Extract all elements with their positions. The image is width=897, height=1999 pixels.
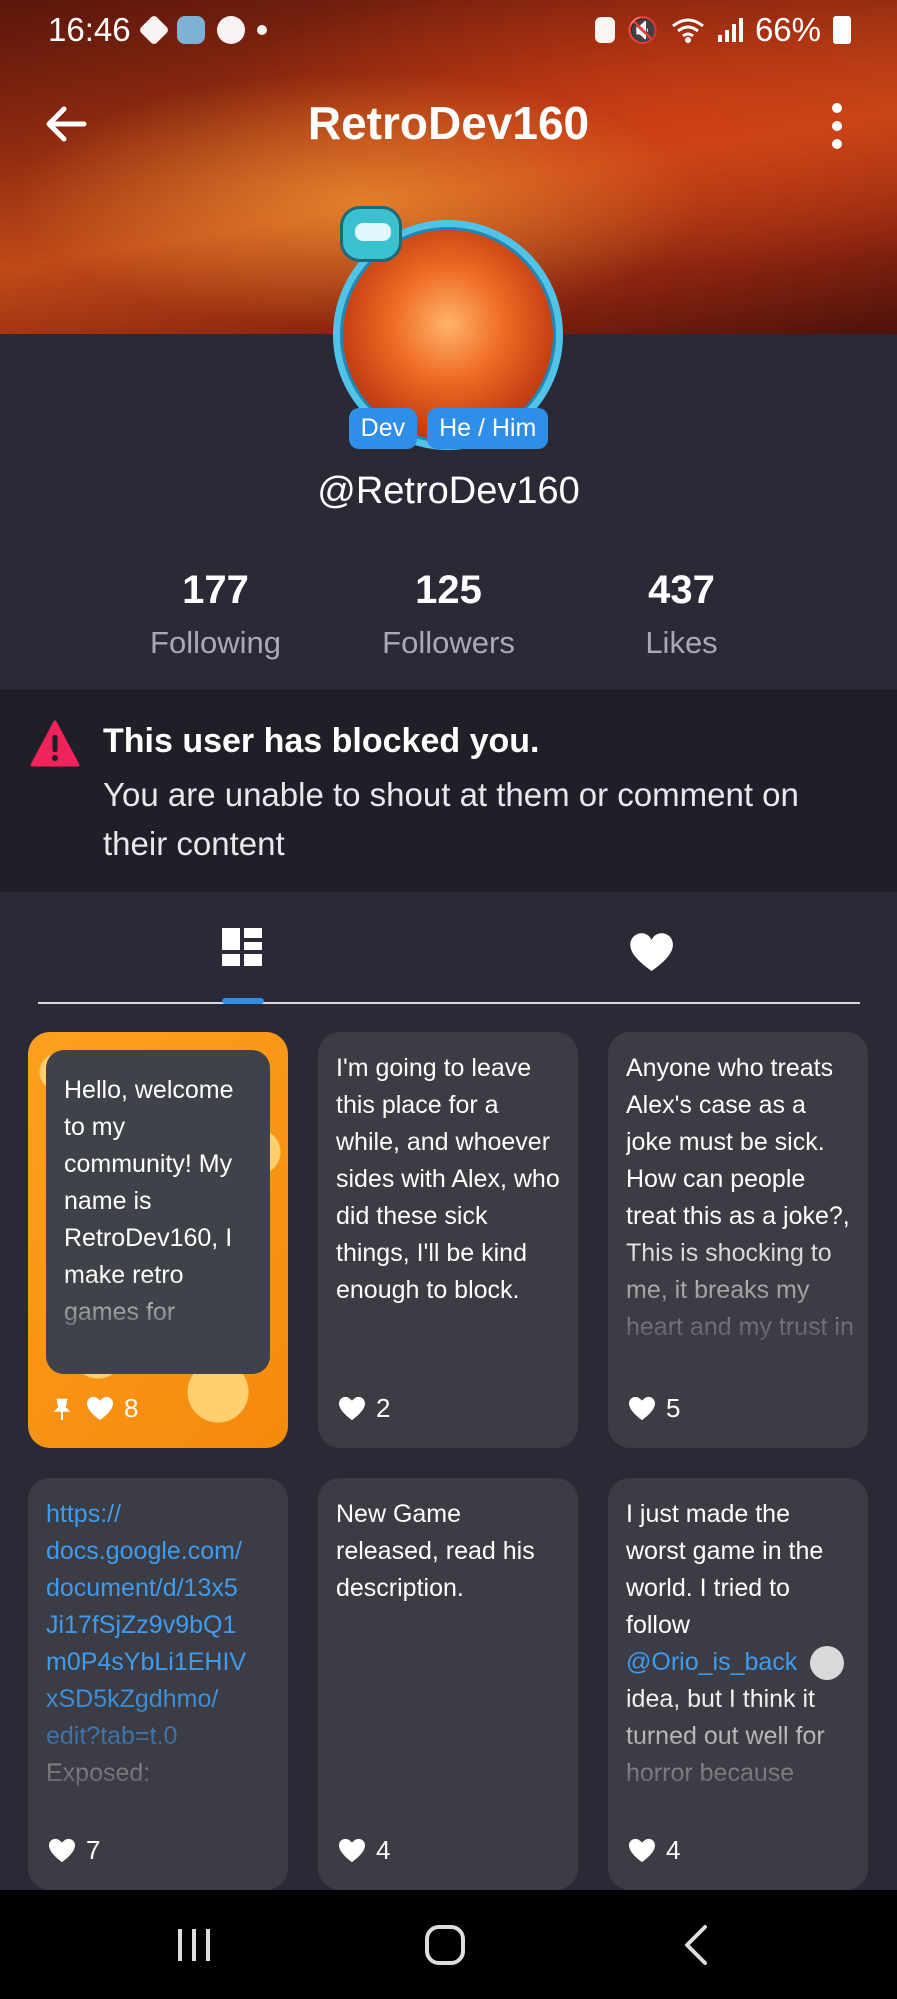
heart-icon[interactable]: [338, 1396, 366, 1422]
battery-icon: [833, 16, 851, 44]
system-back-button[interactable]: [636, 1890, 756, 1999]
heart-icon[interactable]: [628, 1838, 656, 1864]
mute-icon: 🔇: [626, 14, 659, 45]
top-app-bar: RetroDev160: [0, 90, 897, 160]
post-link[interactable]: https:// docs.google.com/ document/d/13x…: [46, 1496, 274, 1826]
active-tab-indicator: [222, 998, 264, 1004]
pronoun-badge: He / Him: [427, 408, 549, 449]
more-dot: [832, 121, 842, 131]
post-card[interactable]: I'm going to leave this place for a whil…: [318, 1032, 578, 1448]
tab-likes[interactable]: [623, 924, 683, 984]
post-text-extra: Exposed:: [46, 1759, 151, 1787]
heart-icon[interactable]: [338, 1838, 366, 1864]
pinterest-icon: [216, 16, 245, 44]
post-footer: 4: [338, 1835, 390, 1866]
status-time: 16:46: [48, 11, 131, 48]
post-footer: 7: [48, 1835, 100, 1866]
app-notification-icon: [176, 16, 205, 44]
stat-likes[interactable]: 437 Likes: [565, 568, 798, 661]
stat-label: Following: [150, 625, 281, 660]
more-dot: [832, 139, 842, 149]
status-left: 16:46: [48, 11, 267, 49]
warning-icon: [30, 720, 80, 767]
posts-grid-icon: [222, 928, 262, 966]
post-card[interactable]: I just made the worst game in the world.…: [608, 1478, 868, 1890]
heart-icon: [630, 933, 673, 971]
battery-level: 66%: [754, 11, 821, 48]
notification-icon: [138, 14, 170, 46]
profile-tabs: [38, 910, 860, 1004]
page-title: RetroDev160: [307, 97, 590, 149]
profile-stats: 177 Following 125 Followers 437 Likes: [0, 568, 897, 661]
post-card[interactable]: Anyone who treats Alex's case as a joke …: [608, 1032, 868, 1448]
signal-icon: [717, 18, 743, 42]
home-button[interactable]: [385, 1890, 505, 1999]
post-text: Anyone who treats Alex's case as a joke …: [626, 1054, 854, 1341]
post-text: New Game released, read his description.: [336, 1500, 535, 1602]
chevron-left-icon: [685, 1924, 707, 1965]
like-count: 7: [86, 1835, 101, 1865]
post-card[interactable]: New Game released, read his description.…: [318, 1478, 578, 1890]
stat-value: 125: [415, 568, 482, 612]
system-navigation-bar: [0, 1890, 897, 1999]
stat-value: 437: [648, 568, 715, 612]
tab-posts[interactable]: [218, 924, 278, 984]
post-footer: 5: [628, 1393, 680, 1424]
avatar-frame-decoration-icon: [340, 206, 402, 262]
post-text: Hello, welcome to my community! My name …: [64, 1076, 234, 1326]
profile-badges: Dev He / Him: [0, 408, 897, 449]
status-bar: 16:46 🔇 66%: [0, 0, 897, 60]
post-footer: 8: [48, 1393, 138, 1424]
like-count: 4: [666, 1835, 681, 1865]
post-bubble: Hello, welcome to my community! My name …: [46, 1050, 270, 1374]
recent-apps-icon: [178, 1928, 210, 1961]
like-count: 5: [666, 1393, 681, 1423]
home-icon: [425, 1924, 465, 1965]
user-mention-link[interactable]: @Orio_is_back: [626, 1648, 797, 1676]
like-count: 8: [124, 1393, 139, 1423]
stat-label: Followers: [382, 625, 515, 660]
post-card[interactable]: https:// docs.google.com/ document/d/13x…: [28, 1478, 288, 1890]
stat-following[interactable]: 177 Following: [99, 568, 332, 661]
role-badge: Dev: [348, 408, 418, 449]
sync-icon: [594, 17, 615, 43]
like-count: 4: [376, 1835, 391, 1865]
notice-body: You are unable to shout at them or comme…: [103, 776, 799, 862]
post-link-text: https:// docs.google.com/ document/d/13x…: [46, 1500, 247, 1750]
post-text: I just made the worst game in the world.…: [626, 1496, 854, 1826]
heart-icon[interactable]: [86, 1396, 114, 1422]
stat-value: 177: [182, 568, 249, 612]
post-text: I'm going to leave this place for a whil…: [336, 1054, 560, 1304]
pin-icon: [48, 1396, 76, 1422]
like-count: 2: [376, 1393, 391, 1423]
post-footer: 2: [338, 1393, 390, 1424]
wifi-icon: [672, 18, 704, 43]
heart-icon[interactable]: [628, 1396, 656, 1422]
post-text-after: idea, but I think it turned out well for…: [626, 1685, 825, 1787]
status-right: 🔇 66%: [594, 11, 851, 49]
more-notifications-dot-icon: [256, 25, 267, 35]
stat-followers[interactable]: 125 Followers: [332, 568, 565, 661]
heart-icon[interactable]: [48, 1838, 76, 1864]
post-text-before: I just made the worst game in the world.…: [626, 1500, 824, 1639]
post-footer: 4: [628, 1835, 680, 1866]
recent-apps-button[interactable]: [134, 1890, 254, 1999]
post-card-pinned[interactable]: Hello, welcome to my community! My name …: [28, 1032, 288, 1448]
arrow-left-icon: [46, 106, 87, 142]
back-button[interactable]: [40, 98, 92, 150]
mention-avatar-icon: [810, 1646, 845, 1681]
stat-label: Likes: [645, 625, 718, 660]
more-dot: [832, 103, 842, 113]
notice-title: This user has blocked you.: [103, 722, 540, 760]
more-options-button[interactable]: [817, 98, 857, 154]
user-handle: @RetroDev160: [317, 470, 580, 512]
